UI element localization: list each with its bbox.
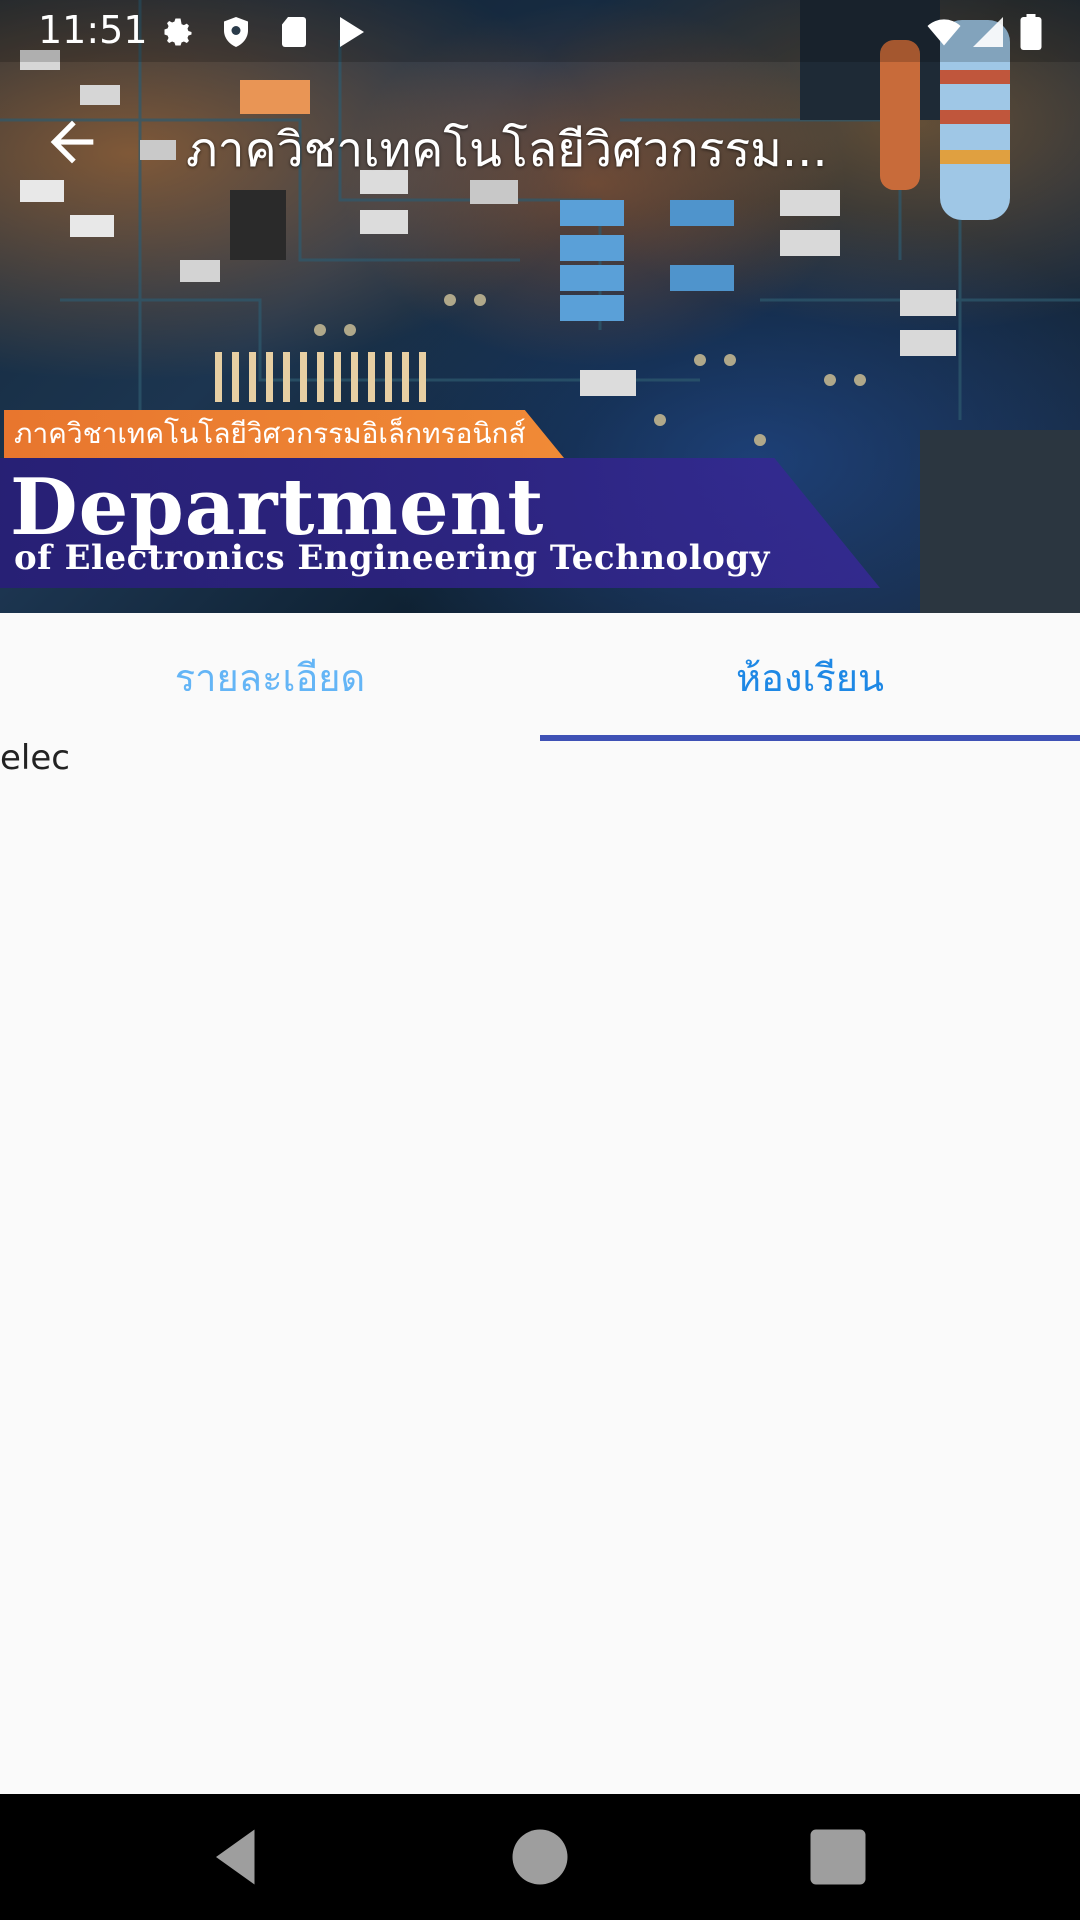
status-time: 11:51 <box>38 8 148 52</box>
tab-indicator <box>540 735 1080 741</box>
header-banner-image: 11:51 ภาควิชาเทคโนโลยีวิศวกรรม... ภาควิช… <box>0 0 1080 613</box>
tab-bar: รายละเอียด ห้องเรียน <box>0 613 1080 741</box>
arrow-back-icon[interactable] <box>40 110 104 174</box>
screen: 11:51 ภาควิชาเทคโนโลยีวิศวกรรม... ภาควิช… <box>0 0 1080 1920</box>
sd-card-icon <box>282 17 306 47</box>
navigation-bar <box>0 1794 1080 1920</box>
nav-back-icon[interactable] <box>205 1824 271 1890</box>
wifi-icon <box>927 19 961 46</box>
page-title: ภาควิชาเทคโนโลยีวิศวกรรม... <box>186 122 828 178</box>
classroom-content-text: elec <box>0 738 70 778</box>
nav-home-icon[interactable] <box>507 1824 573 1890</box>
battery-icon <box>1020 14 1042 50</box>
signal-icon <box>973 17 1003 47</box>
gear-icon <box>164 18 192 46</box>
tab-classroom[interactable]: ห้องเรียน <box>540 613 1080 741</box>
tab-details[interactable]: รายละเอียด <box>0 613 540 741</box>
play-store-icon <box>340 17 364 47</box>
shield-icon <box>224 17 248 47</box>
department-thai-label: ภาควิชาเทคโนโลยีวิศวกรรมอิเล็กทรอนิกส์ <box>4 410 564 458</box>
status-bar: 11:51 <box>0 0 1080 62</box>
department-subtitle: of Electronics Engineering Technology <box>14 538 770 578</box>
nav-recents-icon[interactable] <box>805 1824 871 1890</box>
